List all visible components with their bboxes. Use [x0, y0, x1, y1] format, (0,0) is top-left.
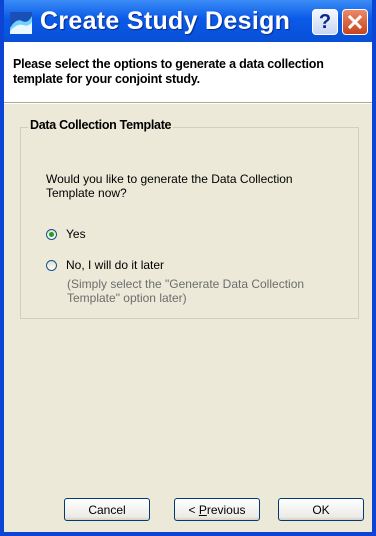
- instructions-text: Please select the options to generate a …: [13, 57, 324, 86]
- cancel-label: Cancel: [88, 502, 126, 517]
- group-title: Data Collection Template: [28, 118, 174, 132]
- help-icon: ?: [318, 10, 332, 33]
- radio-button-checked[interactable]: [46, 228, 57, 240]
- question-text: Would you like to generate the Data Coll…: [46, 172, 293, 200]
- app-wave-icon: [10, 12, 32, 34]
- radio-later[interactable]: No, I will do it later: [46, 258, 164, 272]
- dialog-window: Create Study Design ? Please select the …: [0, 0, 376, 536]
- radio-button[interactable]: [46, 259, 57, 271]
- title-bar[interactable]: Create Study Design ?: [4, 0, 372, 42]
- window-title: Create Study Design: [40, 7, 291, 35]
- radio-yes[interactable]: Yes: [46, 227, 86, 241]
- help-button[interactable]: ?: [312, 9, 338, 35]
- ok-button[interactable]: OK: [278, 498, 364, 521]
- radio-later-label: No, I will do it later: [66, 258, 165, 272]
- ok-label: OK: [312, 502, 330, 517]
- header-panel: Please select the options to generate a …: [4, 42, 372, 102]
- cancel-button[interactable]: Cancel: [64, 498, 150, 521]
- previous-label: < Previous: [188, 502, 246, 517]
- hint-note: (Simply select the "Generate Data Collec…: [67, 277, 305, 305]
- radio-yes-label: Yes: [66, 227, 86, 241]
- close-button[interactable]: [342, 9, 368, 35]
- close-icon: [348, 15, 362, 29]
- previous-button[interactable]: < Previous: [174, 498, 260, 521]
